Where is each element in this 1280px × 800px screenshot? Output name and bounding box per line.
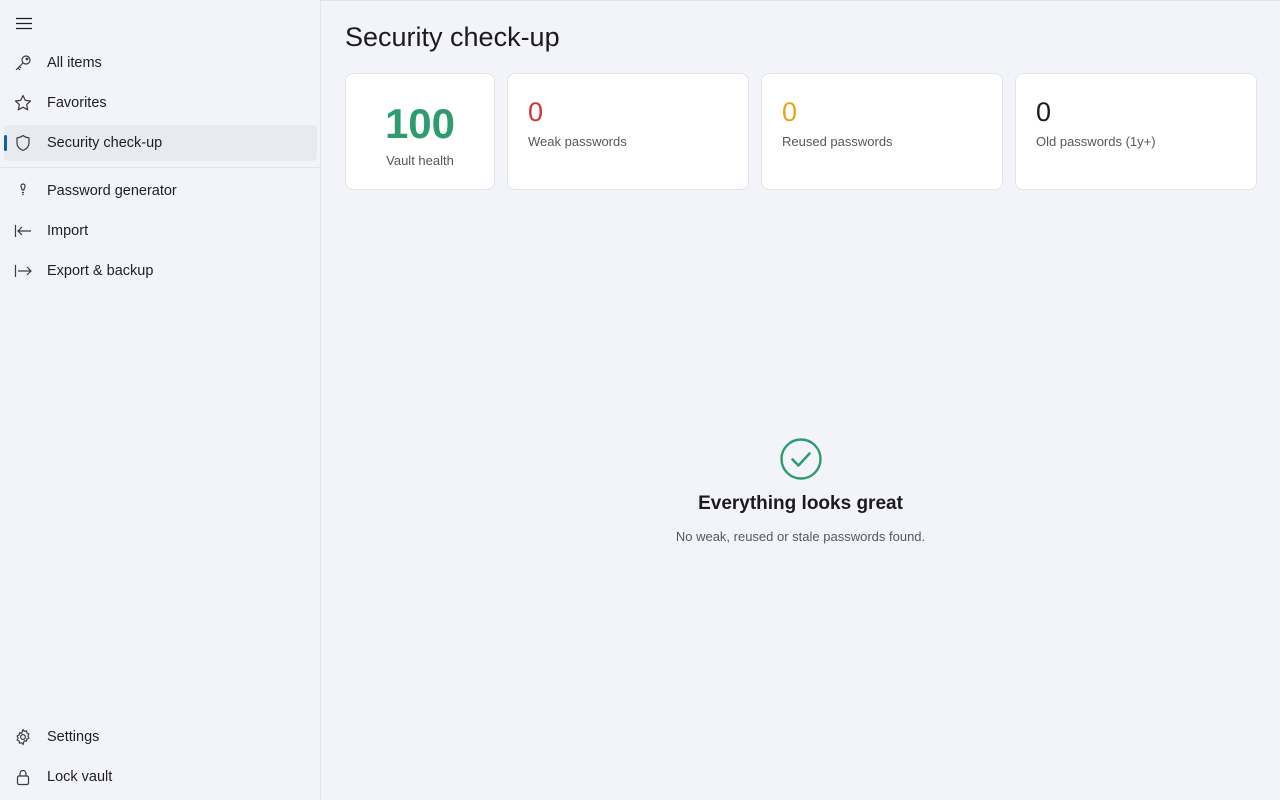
lock-icon [14,768,32,786]
sidebar-item-security-check-up[interactable]: Security check-up [4,125,317,161]
sidebar-item-label: Password generator [47,183,177,199]
page-title: Security check-up [345,22,560,52]
old-passwords-count: 0 [1036,97,1052,127]
vault-health-score: 100 [384,100,456,147]
vault-health-card: 100 Vault health [345,73,495,190]
sidebar-item-favorites[interactable]: Favorites [4,85,317,121]
weak-passwords-count: 0 [528,97,544,127]
weak-passwords-label: Weak passwords [528,134,627,149]
weak-passwords-card[interactable]: 0 Weak passwords [507,73,749,190]
sidebar-item-label: Export & backup [47,263,154,279]
sidebar-item-label: Settings [47,729,100,745]
sidebar-item-export-backup[interactable]: Export & backup [4,253,317,289]
sidebar: All items Favorites Security check-up Pa… [0,0,321,800]
reused-passwords-count: 0 [782,97,798,127]
sidebar-item-settings[interactable]: Settings [4,719,317,755]
sidebar-item-all-items[interactable]: All items [4,45,317,81]
empty-state-message: No weak, reused or stale passwords found… [675,529,926,544]
reused-passwords-label: Reused passwords [782,134,893,149]
sidebar-item-lock-vault[interactable]: Lock vault [4,759,317,795]
bulb-icon [14,182,32,200]
sidebar-item-label: Security check-up [47,135,163,151]
sidebar-item-import[interactable]: Import [4,213,317,249]
empty-state-heading: Everything looks great [698,493,903,514]
main-content: Security check-up 100 Vault health 0 Wea… [321,0,1280,800]
key-icon [14,54,32,72]
import-icon [14,222,32,240]
shield-icon [14,134,32,152]
gear-icon [14,728,32,746]
vault-health-label: Vault health [386,153,454,168]
hamburger-icon[interactable] [14,13,34,33]
sidebar-divider [0,167,320,168]
old-passwords-label: Old passwords (1y+) [1036,134,1156,149]
sidebar-item-label: Import [47,223,89,239]
sidebar-item-label: Favorites [47,95,107,111]
star-icon [14,94,32,112]
sidebar-item-label: Lock vault [47,769,113,785]
check-circle-icon [779,438,822,480]
export-icon [14,262,32,280]
sidebar-item-password-generator[interactable]: Password generator [4,173,317,209]
old-passwords-card[interactable]: 0 Old passwords (1y+) [1015,73,1257,190]
sidebar-item-label: All items [47,55,102,71]
active-indicator [4,135,7,151]
reused-passwords-card[interactable]: 0 Reused passwords [761,73,1003,190]
empty-state: Everything looks great No weak, reused o… [321,438,1280,544]
